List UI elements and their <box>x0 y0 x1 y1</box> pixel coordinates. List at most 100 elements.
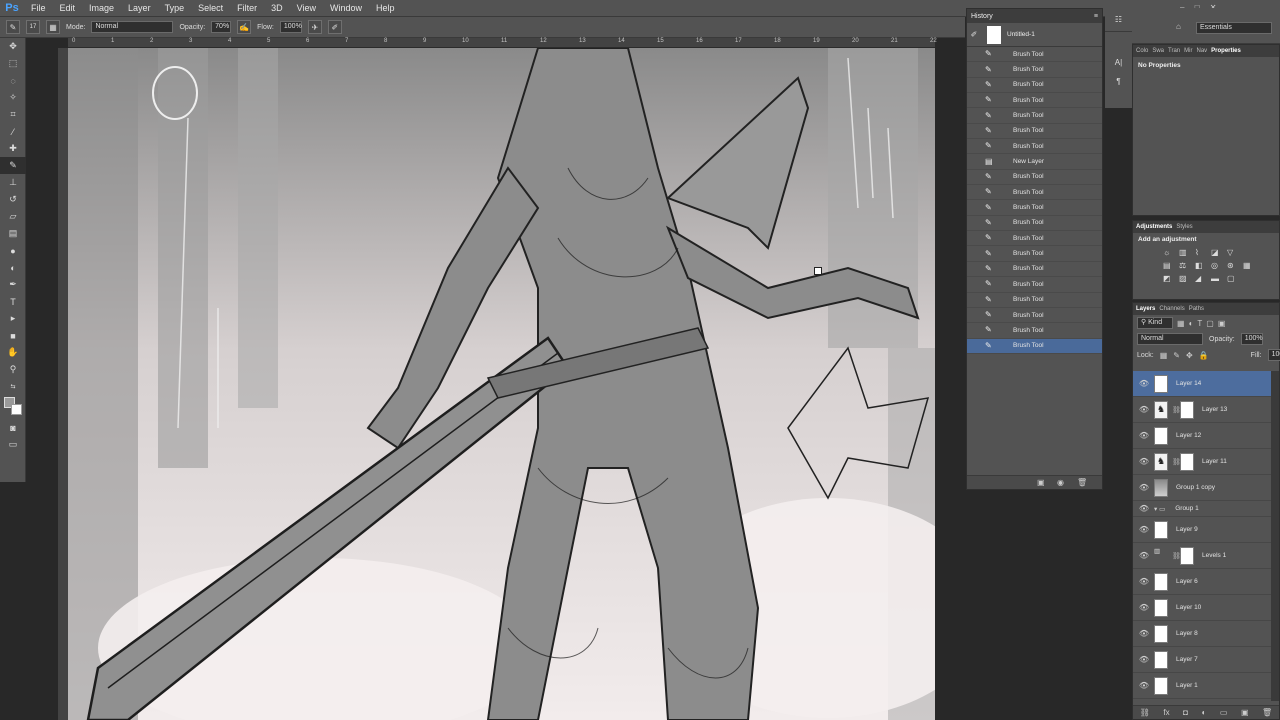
history-source-checkbox[interactable] <box>971 233 981 243</box>
history-source-checkbox[interactable] <box>971 187 981 197</box>
brush-tool-preset-icon[interactable]: ✎ <box>6 20 20 34</box>
layer-mask-thumbnail[interactable] <box>1180 400 1194 419</box>
tab-layers[interactable]: Layers <box>1136 306 1155 312</box>
history-item[interactable]: ✎ Brush Tool <box>967 200 1102 216</box>
visibility-eye-icon[interactable]: 👁 <box>1138 603 1150 612</box>
history-item[interactable]: ✎ Brush Tool <box>967 78 1102 94</box>
layer-row[interactable]: 👁 Layer 10 <box>1133 595 1273 621</box>
history-source-checkbox[interactable] <box>971 341 981 351</box>
history-source-checkbox[interactable] <box>971 65 981 75</box>
visibility-eye-icon[interactable]: 👁 <box>1138 405 1150 414</box>
photo-filter-icon[interactable]: ◎ <box>1211 261 1223 270</box>
move-tool-icon[interactable]: ✥ <box>0 38 26 55</box>
color-balance-icon[interactable]: ⚖ <box>1179 261 1191 270</box>
layer-row[interactable]: 👁 Layer 1 <box>1133 673 1273 699</box>
visibility-eye-icon[interactable]: 👁 <box>1138 681 1150 690</box>
brush-tool-icon[interactable]: ✎ <box>0 157 26 174</box>
layer-style-icon[interactable]: fx <box>1163 708 1169 717</box>
mask-link-icon[interactable]: ⛓ <box>1172 458 1181 466</box>
layer-row[interactable]: 👁 ♞ ⛓ Layer 11 <box>1133 449 1273 475</box>
layer-opacity-field[interactable]: 100% <box>1240 333 1263 345</box>
history-item[interactable]: ✎ Brush Tool <box>967 338 1102 354</box>
layer-row[interactable]: 👁 Layer 9 <box>1133 517 1273 543</box>
history-source-checkbox[interactable] <box>971 49 981 59</box>
black-white-icon[interactable]: ◧ <box>1195 261 1207 270</box>
blend-mode-select[interactable]: Normal <box>1137 333 1203 345</box>
levels-icon[interactable]: ▥ <box>1179 248 1191 257</box>
history-source-checkbox[interactable] <box>971 172 981 182</box>
document-canvas[interactable] <box>68 48 935 720</box>
history-snapshot[interactable]: ✐ Untitled-1 <box>967 23 1102 47</box>
pen-tool-icon[interactable]: ✒ <box>0 276 26 293</box>
history-item[interactable]: ✎ Brush Tool <box>967 323 1102 339</box>
history-item[interactable]: ▤ New Layer <box>967 154 1102 170</box>
pressure-opacity-icon[interactable]: ✍ <box>237 20 252 34</box>
workspace-icon[interactable]: ⌂ <box>1176 22 1181 31</box>
history-brush-tool-icon[interactable]: ↺ <box>0 191 26 208</box>
layer-row[interactable]: 👁 Layer 7 <box>1133 647 1273 673</box>
color-lookup-icon[interactable]: ▦ <box>1243 261 1255 270</box>
history-source-checkbox[interactable] <box>971 126 981 136</box>
selective-color-icon[interactable]: ▢ <box>1227 274 1239 283</box>
menu-image[interactable]: Image <box>82 0 121 17</box>
threshold-icon[interactable]: ◢ <box>1195 274 1207 283</box>
healing-tool-icon[interactable]: ✚ <box>0 140 26 157</box>
history-item[interactable]: ✎ Brush Tool <box>967 108 1102 124</box>
history-item[interactable]: ✎ Brush Tool <box>967 216 1102 232</box>
visibility-eye-icon[interactable]: 👁 <box>1138 431 1150 440</box>
brush-size-picker[interactable]: 17 <box>26 20 40 34</box>
history-item[interactable]: ✎ Brush Tool <box>967 47 1102 63</box>
lock-all-icon[interactable]: 🔒 <box>1199 351 1209 360</box>
history-item[interactable]: ✎ Brush Tool <box>967 231 1102 247</box>
brush-panel-toggle-icon[interactable]: ▦ <box>46 20 60 34</box>
crop-tool-icon[interactable]: ⌗ <box>0 106 26 123</box>
quick-select-tool-icon[interactable]: ✧ <box>0 89 26 106</box>
layer-row[interactable]: 👁 Layer 12 <box>1133 423 1273 449</box>
blur-tool-icon[interactable]: ● <box>0 242 26 259</box>
menu-filter[interactable]: Filter <box>230 0 264 17</box>
airbrush-icon[interactable]: ✈ <box>307 20 322 34</box>
new-document-from-state-icon[interactable]: ▣ <box>1037 478 1045 487</box>
new-adjustment-icon[interactable]: ◐ <box>1202 708 1207 717</box>
hue-saturation-icon[interactable]: ▤ <box>1163 261 1175 270</box>
panel-menu-icon[interactable]: ≡ <box>1094 13 1098 20</box>
history-item[interactable]: ✎ Brush Tool <box>967 277 1102 293</box>
path-select-tool-icon[interactable]: ▸ <box>0 310 26 327</box>
mask-link-icon[interactable]: ⛓ <box>1172 552 1181 560</box>
tab-paths[interactable]: Paths <box>1189 306 1204 312</box>
lasso-tool-icon[interactable]: ◌ <box>0 72 26 89</box>
history-source-checkbox[interactable] <box>971 111 981 121</box>
history-item[interactable]: ✎ Brush Tool <box>967 246 1102 262</box>
layer-row[interactable]: 👁 ♞ ⛓ Layer 13 <box>1133 397 1273 423</box>
shape-tool-icon[interactable]: ■ <box>0 327 26 344</box>
fill-field[interactable]: 100% <box>1267 349 1280 361</box>
paragraph-dock-icon[interactable]: ¶ <box>1105 72 1132 90</box>
layers-scrollbar[interactable] <box>1271 371 1279 701</box>
quick-mask-icon[interactable]: ◙ <box>0 419 26 436</box>
history-source-checkbox[interactable] <box>971 310 981 320</box>
menu-type[interactable]: Type <box>158 0 192 17</box>
tab-properties[interactable]: Properties <box>1211 48 1241 54</box>
background-color-swatch[interactable] <box>11 404 22 415</box>
eraser-tool-icon[interactable]: ▱ <box>0 208 26 225</box>
mask-link-icon[interactable]: ⛓ <box>1172 406 1181 414</box>
history-tab[interactable]: History <box>971 13 993 20</box>
menu-edit[interactable]: Edit <box>53 0 83 17</box>
curves-icon[interactable]: ⌇ <box>1195 248 1207 257</box>
visibility-eye-icon[interactable]: 👁 <box>1138 379 1150 388</box>
filter-adjust-icon[interactable]: ◐ <box>1189 319 1194 328</box>
layer-kind-filter[interactable]: ⚲ Kind <box>1137 317 1173 329</box>
posterize-icon[interactable]: ▨ <box>1179 274 1191 283</box>
flow-field[interactable]: 100% <box>279 21 302 33</box>
tab-navigator[interactable]: Nav <box>1196 48 1207 54</box>
tab-transform[interactable]: Tran <box>1168 48 1180 54</box>
gradient-map-icon[interactable]: ▬ <box>1211 274 1223 283</box>
tab-color[interactable]: Colo <box>1136 48 1148 54</box>
eyedropper-tool-icon[interactable]: ⁄ <box>0 123 26 140</box>
zoom-tool-icon[interactable]: ⚲ <box>0 361 26 378</box>
default-colors-icon[interactable]: ⇆ <box>0 378 26 395</box>
history-source-checkbox[interactable] <box>971 264 981 274</box>
history-item[interactable]: ✎ Brush Tool <box>967 124 1102 140</box>
layer-mask-thumbnail[interactable] <box>1180 546 1194 565</box>
history-item[interactable]: ✎ Brush Tool <box>967 308 1102 324</box>
